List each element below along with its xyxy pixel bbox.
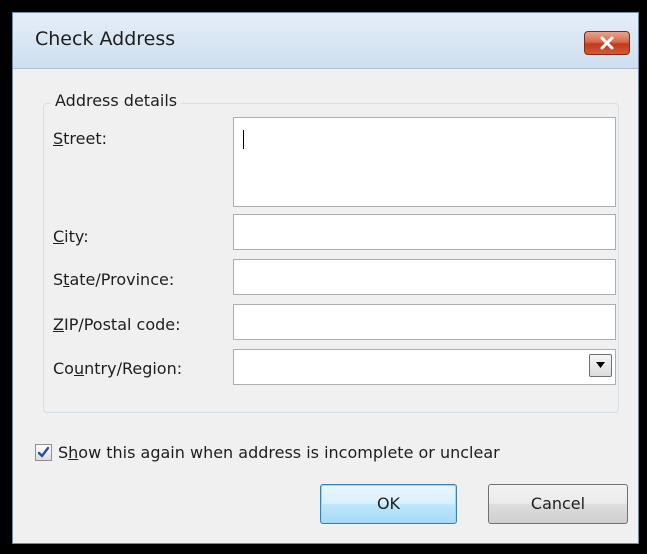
country-label-text: ntry/Region: [84,359,183,378]
country-label: Country/Region: [53,359,182,378]
country-label-prefix: Co [53,359,74,378]
street-label-text: treet: [63,129,108,148]
zip-input[interactable] [234,305,615,339]
state-label-text: ate/Province: [69,270,175,289]
address-details-legend: Address details [51,91,182,110]
screen-border-left [0,0,12,554]
screen-border-bottom [0,544,647,554]
zip-label-access-key: Z [53,315,64,334]
text-caret [243,130,244,149]
zip-field[interactable] [233,304,616,340]
cancel-button[interactable]: Cancel [488,484,628,524]
state-field[interactable] [233,259,616,295]
screen-border-top [0,0,647,12]
chevron-down-icon [596,362,605,368]
street-input[interactable] [234,118,615,206]
city-label-access-key: C [53,227,65,246]
street-label-access-key: S [53,129,64,148]
show-again-label[interactable]: Show this again when address is incomple… [58,443,500,462]
city-label: City: [53,227,89,246]
show-again-checkbox[interactable] [35,444,52,461]
show-again-label-text: ow this again when address is incomplete… [78,443,500,462]
screen: Check Address Address details Street: Ci… [0,0,647,554]
country-label-access-key: u [73,359,85,378]
state-label-prefix: S [53,270,64,289]
show-again-label-prefix: S [58,443,69,462]
city-label-text: ity: [64,227,89,246]
close-icon [600,36,614,50]
zip-label: ZIP/Postal code: [53,315,181,334]
ok-button[interactable]: OK [320,484,457,524]
screen-border-right [639,0,647,554]
check-address-dialog: Check Address Address details Street: Ci… [12,12,639,544]
state-input[interactable] [234,260,615,294]
city-input[interactable] [234,215,615,249]
show-again-label-access-key: h [68,443,79,462]
street-label: Street: [53,129,107,148]
country-dropdown-button[interactable] [589,354,612,377]
city-field[interactable] [233,214,616,250]
dialog-content: Address details Street: City: State/Prov… [13,69,638,543]
zip-label-text: IP/Postal code: [63,315,181,334]
country-select[interactable] [233,349,616,385]
state-label: State/Province: [53,270,174,289]
dialog-title: Check Address [35,28,176,50]
checkmark-icon [37,446,50,458]
title-bar[interactable]: Check Address [13,13,638,69]
close-button[interactable] [584,31,630,55]
street-field[interactable] [233,117,616,207]
